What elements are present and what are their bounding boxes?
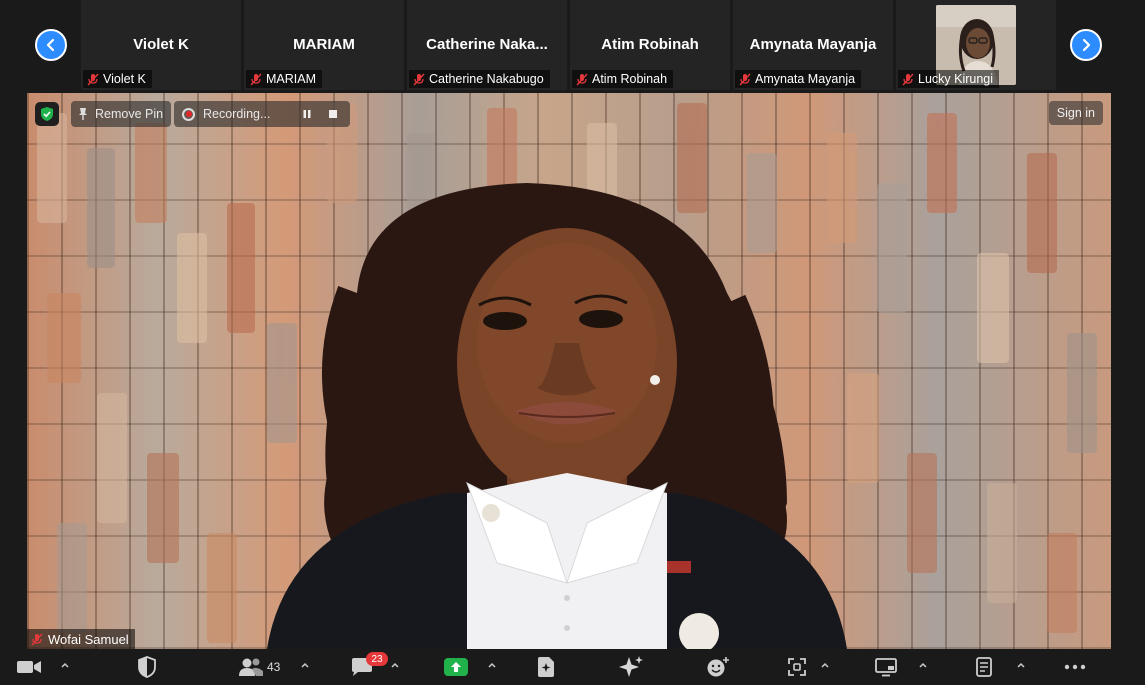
participants-count: 43 <box>267 660 281 674</box>
notes-sparkle-icon <box>538 657 554 677</box>
participant-tile-video[interactable]: Lucky Kirungi <box>896 0 1056 90</box>
participant-name-label: Atim Robinah <box>572 70 674 88</box>
participant-tile[interactable]: MARIAM MARIAM <box>244 0 404 90</box>
participant-name-title: Catherine Naka... <box>426 36 548 53</box>
pause-recording-button[interactable] <box>298 105 316 123</box>
recording-label: Recording... <box>203 107 271 121</box>
stop-recording-button[interactable] <box>324 105 342 123</box>
apps-icon <box>788 658 806 676</box>
participants-icon <box>239 658 263 676</box>
video-button[interactable] <box>16 654 42 680</box>
emoji-add-icon <box>707 657 729 677</box>
mic-off-icon <box>576 73 588 85</box>
participant-name-title: Violet K <box>133 36 189 53</box>
mic-off-icon <box>87 73 99 85</box>
video-camera-icon <box>17 661 41 673</box>
previous-page-button[interactable] <box>35 29 67 61</box>
speaker-name-label: Wofai Samuel <box>27 629 135 649</box>
participant-tile[interactable]: Amynata Mayanja Amynata Mayanja <box>733 0 893 90</box>
remove-pin-label: Remove Pin <box>95 107 164 121</box>
reactions-button[interactable] <box>706 654 730 680</box>
sign-in-button[interactable]: Sign in <box>1048 101 1103 125</box>
participant-tile[interactable]: Catherine Naka... Catherine Nakabugo <box>407 0 567 90</box>
shield-check-icon <box>41 107 53 121</box>
notes-options-caret-icon[interactable] <box>1016 660 1026 670</box>
view-button[interactable] <box>874 654 898 680</box>
notes-button[interactable] <box>974 654 994 680</box>
security-button[interactable] <box>137 654 157 680</box>
apps-button[interactable] <box>786 654 808 680</box>
view-options-caret-icon[interactable] <box>918 660 928 670</box>
chevron-right-icon <box>1082 38 1091 52</box>
mic-off-icon <box>413 73 425 85</box>
apps-options-caret-icon[interactable] <box>820 660 830 670</box>
document-list-icon <box>976 657 992 677</box>
remove-pin-button[interactable]: Remove Pin <box>71 101 172 127</box>
participant-tile[interactable]: Violet K Violet K <box>81 0 241 90</box>
mic-off-icon <box>250 73 262 85</box>
pin-icon <box>79 108 87 120</box>
participant-name-label: Amynata Mayanja <box>735 70 862 88</box>
participants-button[interactable]: 43 <box>238 654 280 680</box>
chevron-left-icon <box>46 38 55 52</box>
participant-name-title: MARIAM <box>293 36 355 53</box>
participant-name-title: Amynata Mayanja <box>749 36 877 53</box>
participant-name-label: MARIAM <box>246 70 322 88</box>
participants-strip: Violet K Violet K MARIAM MARIAM Catherin… <box>0 0 1145 92</box>
pinned-speaker-video[interactable]: Remove Pin Recording... Sign in Wofai Sa… <box>27 93 1111 649</box>
stop-icon <box>329 110 337 118</box>
mic-off-icon <box>739 73 751 85</box>
participant-tile[interactable]: Atim Robinah Atim Robinah <box>570 0 730 90</box>
participant-name-label: Lucky Kirungi <box>898 70 1000 88</box>
sparkle-icon <box>619 656 643 677</box>
share-screen-icon <box>444 658 468 676</box>
chat-options-caret-icon[interactable] <box>390 660 400 670</box>
meeting-toolbar: 43 <box>0 650 1145 685</box>
pause-icon <box>303 110 311 118</box>
arrow-up-icon <box>451 662 461 672</box>
participant-name-label: Catherine Nakabugo <box>409 70 550 88</box>
participants-options-caret-icon[interactable] <box>300 660 310 670</box>
mic-off-icon <box>902 73 914 85</box>
more-dots-icon <box>1064 664 1086 670</box>
speaker-person <box>267 183 847 649</box>
record-dot-icon <box>182 107 195 121</box>
next-page-button[interactable] <box>1070 29 1102 61</box>
shield-icon <box>138 656 156 678</box>
screen-layout-icon <box>875 658 897 677</box>
summary-button[interactable] <box>536 654 556 680</box>
share-options-caret-icon[interactable] <box>487 660 497 670</box>
participant-name-label: Violet K <box>83 70 152 88</box>
recording-indicator: Recording... <box>174 101 350 127</box>
chat-unread-badge: 23 <box>366 652 388 666</box>
participant-name-title: Atim Robinah <box>601 36 699 53</box>
security-status-button[interactable] <box>35 102 59 126</box>
video-options-caret-icon[interactable] <box>60 660 70 670</box>
share-screen-button[interactable] <box>444 654 468 680</box>
more-button[interactable] <box>1064 654 1086 680</box>
mic-off-icon <box>31 633 43 645</box>
ai-companion-button[interactable] <box>618 654 644 680</box>
